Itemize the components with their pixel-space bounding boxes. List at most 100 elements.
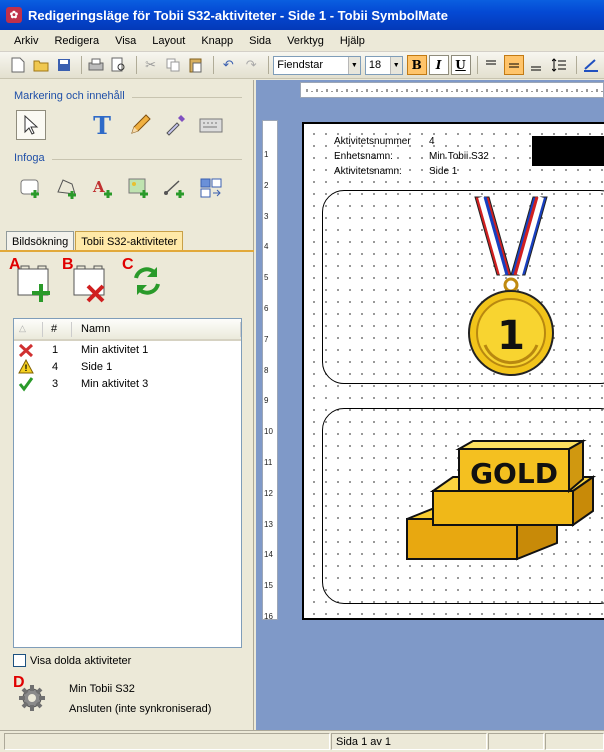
menu-sida[interactable]: Sida	[249, 35, 271, 47]
ruler-number: 4	[264, 242, 269, 252]
new-file-icon[interactable]	[8, 55, 28, 75]
line-color-icon[interactable]	[581, 55, 601, 75]
device-status: Ansluten (inte synkroniserad)	[69, 703, 212, 715]
toolbar-separator	[213, 56, 215, 74]
line-spacing-icon[interactable]	[549, 55, 569, 75]
activity-number: 1	[52, 343, 59, 356]
title-bar: ✿ Redigeringsläge för Tobii S32-aktivite…	[0, 0, 604, 30]
paste-icon[interactable]	[186, 55, 206, 75]
insert-text-tool[interactable]: A	[88, 173, 118, 203]
font-name-value: Fiendstar	[277, 59, 324, 71]
open-folder-icon[interactable]	[31, 55, 51, 75]
sync-arrows-icon	[134, 267, 160, 295]
list-item[interactable]: ! 4 Side 1	[14, 358, 241, 375]
pencil-icon	[131, 114, 151, 134]
menu-hjalp[interactable]: Hjälp	[340, 35, 365, 47]
print-preview-icon[interactable]	[109, 55, 129, 75]
pencil-tool[interactable]	[125, 110, 155, 140]
activity-number: 4	[52, 360, 59, 373]
list-item[interactable]: 1 Min aktivitet 1	[14, 341, 241, 358]
page-canvas[interactable]: Aktivitetsnummer 4 Enhetsnamn: Min Tobii…	[302, 122, 604, 620]
select-pointer-tool[interactable]	[16, 110, 46, 140]
app-icon: ✿	[6, 7, 22, 23]
insert-line-tool[interactable]	[160, 173, 190, 203]
delete-activity-button[interactable]	[72, 264, 112, 304]
menu-arkiv[interactable]: Arkiv	[14, 35, 38, 47]
align-middle-icon[interactable]	[504, 55, 525, 75]
underline-button[interactable]: U	[450, 55, 471, 75]
unit-name-value: Min Tobii S32	[429, 151, 489, 162]
svg-text:A: A	[92, 178, 105, 196]
insert-page-tool[interactable]	[196, 173, 226, 203]
activity-name: Min aktivitet 3	[81, 377, 149, 390]
symbol-button-medal[interactable]: 1	[322, 190, 604, 384]
italic-button[interactable]: I	[428, 55, 449, 75]
ruler-number: 16	[264, 612, 273, 621]
align-bottom-icon[interactable]	[526, 55, 546, 75]
ruler-number: 5	[264, 273, 269, 283]
panel-tabs: Bildsökning Tobii S32-aktiviteter	[6, 231, 184, 251]
ruler-number: 11	[264, 458, 273, 467]
insert-page-icon	[200, 178, 222, 198]
status-pane-empty	[488, 733, 544, 750]
menu-visa[interactable]: Visa	[115, 35, 136, 47]
unit-name-label: Enhetsnamn:	[334, 151, 393, 162]
redo-icon[interactable]: ↷	[241, 55, 261, 75]
ruler-number: 10	[264, 427, 273, 437]
ruler-number: 3	[264, 211, 269, 221]
font-size-value: 18	[368, 59, 382, 71]
symbol-button-gold[interactable]: GOLD	[322, 408, 604, 604]
toolbar-separator	[576, 56, 578, 74]
menu-redigera[interactable]: Redigera	[54, 35, 99, 47]
sync-activities-button[interactable]	[130, 264, 170, 304]
add-activity-button[interactable]	[16, 264, 56, 304]
cut-icon[interactable]: ✂	[141, 55, 161, 75]
print-icon[interactable]	[86, 55, 106, 75]
save-icon[interactable]	[54, 55, 74, 75]
text-icon: T	[93, 110, 111, 140]
chevron-down-icon[interactable]: ▼	[389, 56, 402, 74]
ruler-number: 12	[264, 488, 273, 498]
horizontal-ruler	[300, 82, 604, 98]
status-column-icon[interactable]: △	[19, 323, 26, 334]
insert-picture-tool[interactable]	[124, 173, 154, 203]
menu-knapp[interactable]: Knapp	[201, 35, 233, 47]
insert-freeform-icon	[57, 179, 76, 199]
undo-icon[interactable]: ↶	[218, 55, 238, 75]
status-page: Sida 1 av 1	[331, 733, 487, 750]
gold-medal-image: 1	[468, 196, 554, 376]
toolbar-separator	[135, 56, 137, 74]
checkmark-icon	[18, 376, 34, 395]
gold-bars-image: GOLD	[406, 439, 597, 561]
device-settings-button[interactable]	[16, 682, 50, 716]
insert-freeform-tool[interactable]	[52, 173, 82, 203]
list-item[interactable]: 3 Min aktivitet 3	[14, 375, 241, 392]
chevron-down-icon[interactable]: ▼	[347, 56, 360, 74]
ruler-labels: 1 2 3 4 5 6 7 8 9 10 11 12 13 14 15 16	[263, 121, 277, 621]
pointer-icon	[24, 115, 39, 135]
tab-s32-activities[interactable]: Tobii S32-aktiviteter	[75, 231, 184, 251]
font-name-select[interactable]: Fiendstar ▼	[273, 55, 361, 75]
menu-verktyg[interactable]: Verktyg	[287, 35, 324, 47]
text-tool[interactable]: T	[87, 110, 117, 140]
tab-image-search[interactable]: Bildsökning	[6, 231, 75, 251]
vertical-ruler: 1 2 3 4 5 6 7 8 9 10 11 12 13 14 15 16	[262, 120, 278, 621]
show-hidden-checkbox[interactable]	[13, 654, 26, 667]
toolbar-separator	[476, 56, 478, 74]
ruler-number: 14	[264, 550, 273, 560]
keyboard-tool[interactable]	[196, 110, 226, 140]
copy-icon[interactable]	[164, 55, 184, 75]
align-top-icon[interactable]	[482, 55, 502, 75]
status-pane-empty	[4, 733, 330, 750]
bold-button[interactable]: B	[406, 55, 427, 75]
column-header-number[interactable]: #	[51, 323, 57, 335]
eyedropper-tool[interactable]	[160, 110, 190, 140]
ruler-number: 1	[264, 150, 269, 159]
column-header-name[interactable]: Namn	[81, 323, 110, 335]
svg-text:!: !	[25, 363, 28, 373]
insert-button-tool[interactable]	[16, 173, 46, 203]
ruler-ticks	[306, 89, 603, 92]
font-size-select[interactable]: 18 ▼	[364, 55, 403, 75]
device-name: Min Tobii S32	[69, 683, 135, 695]
menu-layout[interactable]: Layout	[152, 35, 185, 47]
